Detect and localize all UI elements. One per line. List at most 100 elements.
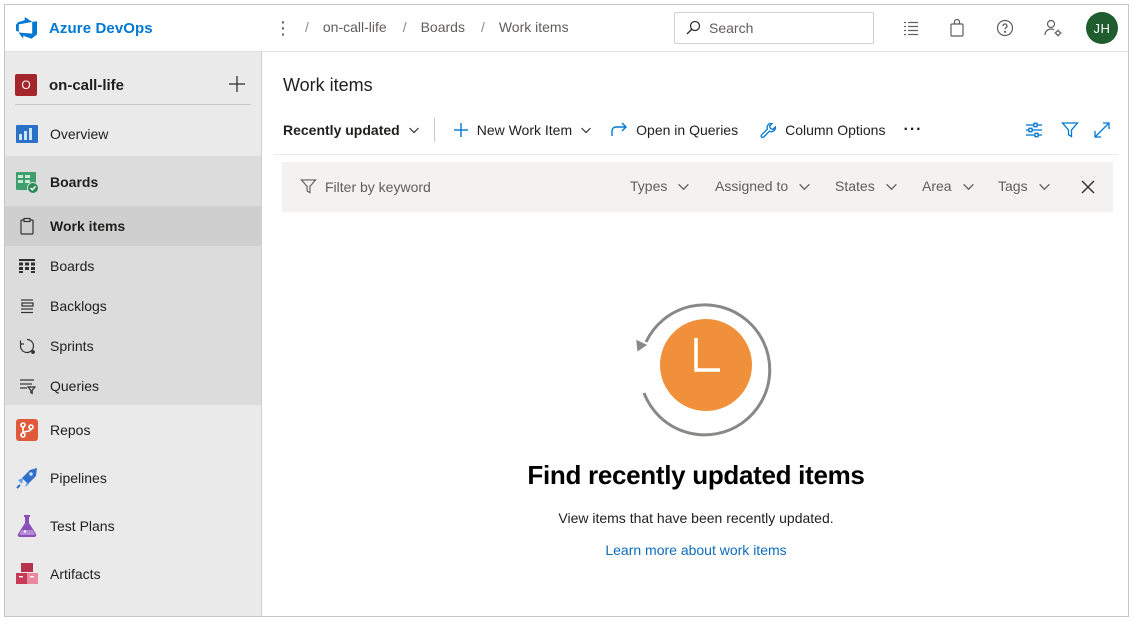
open-in-queries-label: Open in Queries bbox=[636, 122, 739, 138]
test-plans-icon bbox=[15, 514, 39, 538]
sidebar-item-boards-hub[interactable]: Boards bbox=[5, 158, 261, 206]
sidebar-item-label: Overview bbox=[50, 126, 109, 142]
project-name: on-call-life bbox=[49, 76, 125, 94]
search-placeholder: Search bbox=[709, 20, 754, 36]
sidebar-item-sprints[interactable]: Sprints bbox=[5, 326, 261, 366]
filter-types-label: Types bbox=[630, 178, 668, 194]
breadcrumb: / on-call-life / Boards / Work items bbox=[305, 19, 585, 35]
more-actions-button[interactable]: ··· bbox=[903, 114, 922, 146]
sidebar-item-label: Boards bbox=[50, 174, 99, 190]
sidebar-item-backlogs[interactable]: Backlogs bbox=[5, 286, 261, 326]
new-work-item-button[interactable]: New Work Item bbox=[453, 114, 592, 146]
sidebar-item-pipelines[interactable]: Pipelines bbox=[5, 454, 261, 502]
view-selector-label: Recently updated bbox=[283, 122, 400, 138]
filter-tags-dropdown[interactable]: Tags bbox=[998, 178, 1051, 194]
redo-arrow-icon bbox=[611, 122, 628, 136]
sidebar-item-boards[interactable]: Boards bbox=[5, 246, 261, 286]
chevron-down-icon bbox=[678, 183, 690, 190]
overview-icon bbox=[15, 122, 39, 146]
marketplace-bag-icon[interactable] bbox=[946, 17, 968, 39]
toolbar: Recently updated New Work Item Open in Q… bbox=[283, 114, 1119, 146]
more-options-icon[interactable]: ⋮ bbox=[273, 17, 293, 39]
sidebar-item-label: Queries bbox=[50, 378, 100, 394]
filter-tags-label: Tags bbox=[998, 178, 1028, 194]
breadcrumb-separator: / bbox=[480, 19, 485, 35]
plus-icon bbox=[453, 123, 468, 137]
sidebar-item-test-plans[interactable]: Test Plans bbox=[5, 502, 261, 550]
backlog-icon bbox=[15, 294, 39, 318]
sidebar-item-queries[interactable]: Queries bbox=[5, 366, 261, 406]
column-options-button[interactable]: Column Options bbox=[760, 114, 885, 146]
project-selector[interactable]: O on-call-life bbox=[15, 69, 251, 101]
new-work-item-label: New Work Item bbox=[476, 122, 573, 138]
toolbar-divider bbox=[274, 154, 1118, 155]
breadcrumb-boards[interactable]: Boards bbox=[421, 19, 465, 35]
breadcrumb-separator: / bbox=[305, 19, 309, 35]
filter-icon[interactable] bbox=[1058, 118, 1082, 142]
task-list-icon[interactable] bbox=[900, 17, 922, 39]
chevron-down-icon bbox=[408, 127, 419, 134]
sidebar-item-label: Work items bbox=[50, 218, 126, 234]
filter-keyword-input[interactable]: Filter by keyword bbox=[300, 178, 431, 195]
chevron-down-icon bbox=[1038, 183, 1050, 190]
wrench-icon bbox=[760, 122, 777, 138]
add-icon[interactable] bbox=[225, 72, 249, 96]
user-settings-icon[interactable] bbox=[1042, 17, 1064, 39]
sidebar-item-label: Test Plans bbox=[50, 518, 115, 534]
help-icon[interactable] bbox=[994, 17, 1016, 39]
sidebar-item-repos[interactable]: Repos bbox=[5, 406, 261, 454]
sidebar-item-label: Backlogs bbox=[50, 298, 107, 314]
search-icon bbox=[686, 20, 701, 35]
user-avatar[interactable]: JH bbox=[1086, 12, 1118, 44]
filter-assigned-to-dropdown[interactable]: Assigned to bbox=[715, 178, 811, 194]
breadcrumb-separator: / bbox=[402, 19, 407, 35]
filter-types-dropdown[interactable]: Types bbox=[630, 178, 690, 194]
column-options-label: Column Options bbox=[785, 122, 886, 138]
main-content: Work items Recently updated New Work Ite… bbox=[262, 52, 1128, 616]
filter-assigned-to-label: Assigned to bbox=[715, 178, 789, 194]
recent-clock-icon bbox=[636, 303, 772, 437]
sidebar-item-work-items[interactable]: Work items bbox=[5, 206, 261, 246]
app-name: Azure DevOps bbox=[49, 19, 153, 37]
expand-fullscreen-icon[interactable] bbox=[1090, 118, 1114, 142]
toolbar-divider bbox=[433, 118, 435, 142]
azure-devops-logo-icon bbox=[16, 17, 37, 39]
sidebar-item-label: Sprints bbox=[50, 338, 94, 354]
breadcrumb-work-items[interactable]: Work items bbox=[499, 19, 569, 35]
learn-more-link[interactable]: Learn more about work items bbox=[262, 542, 1128, 558]
empty-state-subtitle: View items that have been recently updat… bbox=[558, 510, 834, 526]
sidebar-item-label: Pipelines bbox=[50, 470, 107, 486]
close-filter-icon[interactable] bbox=[1078, 177, 1098, 197]
work-items-icon bbox=[15, 214, 39, 238]
repos-icon bbox=[15, 418, 39, 442]
top-bar: Azure DevOps ⋮ / on-call-life / Boards /… bbox=[5, 5, 1128, 52]
chevron-down-icon bbox=[581, 127, 592, 134]
chevron-down-icon bbox=[799, 183, 811, 190]
empty-state-title: Find recently updated items bbox=[527, 460, 865, 490]
pipelines-icon bbox=[15, 466, 39, 490]
filter-area-dropdown[interactable]: Area bbox=[922, 178, 975, 194]
boards-hub-icon bbox=[15, 170, 39, 194]
breadcrumb-project[interactable]: on-call-life bbox=[323, 19, 387, 35]
chevron-down-icon bbox=[885, 183, 897, 190]
filter-keyword-placeholder: Filter by keyword bbox=[325, 178, 431, 195]
sidebar-item-label: Artifacts bbox=[50, 566, 101, 582]
app-window: Azure DevOps ⋮ / on-call-life / Boards /… bbox=[4, 4, 1129, 617]
filter-states-dropdown[interactable]: States bbox=[835, 178, 898, 194]
sidebar-item-label: Repos bbox=[50, 422, 91, 438]
sidebar-item-overview[interactable]: Overview bbox=[5, 110, 261, 158]
view-options-icon[interactable] bbox=[1022, 118, 1046, 142]
view-selector-dropdown[interactable]: Recently updated bbox=[283, 114, 420, 146]
filter-states-label: States bbox=[835, 178, 875, 194]
sidebar-item-artifacts[interactable]: Artifacts bbox=[5, 550, 261, 598]
filter-icon bbox=[300, 179, 317, 194]
brand[interactable]: Azure DevOps bbox=[15, 16, 153, 40]
open-in-queries-button[interactable]: Open in Queries bbox=[610, 114, 738, 146]
sidebar-item-label: Boards bbox=[50, 258, 95, 274]
sprint-icon bbox=[15, 334, 39, 358]
kanban-board-icon bbox=[15, 254, 39, 278]
filter-bar: Filter by keyword Types Assigned to Stat… bbox=[282, 162, 1113, 212]
search-box[interactable]: Search bbox=[674, 12, 874, 44]
filter-area-label: Area bbox=[922, 178, 952, 194]
project-badge: O bbox=[15, 74, 37, 96]
